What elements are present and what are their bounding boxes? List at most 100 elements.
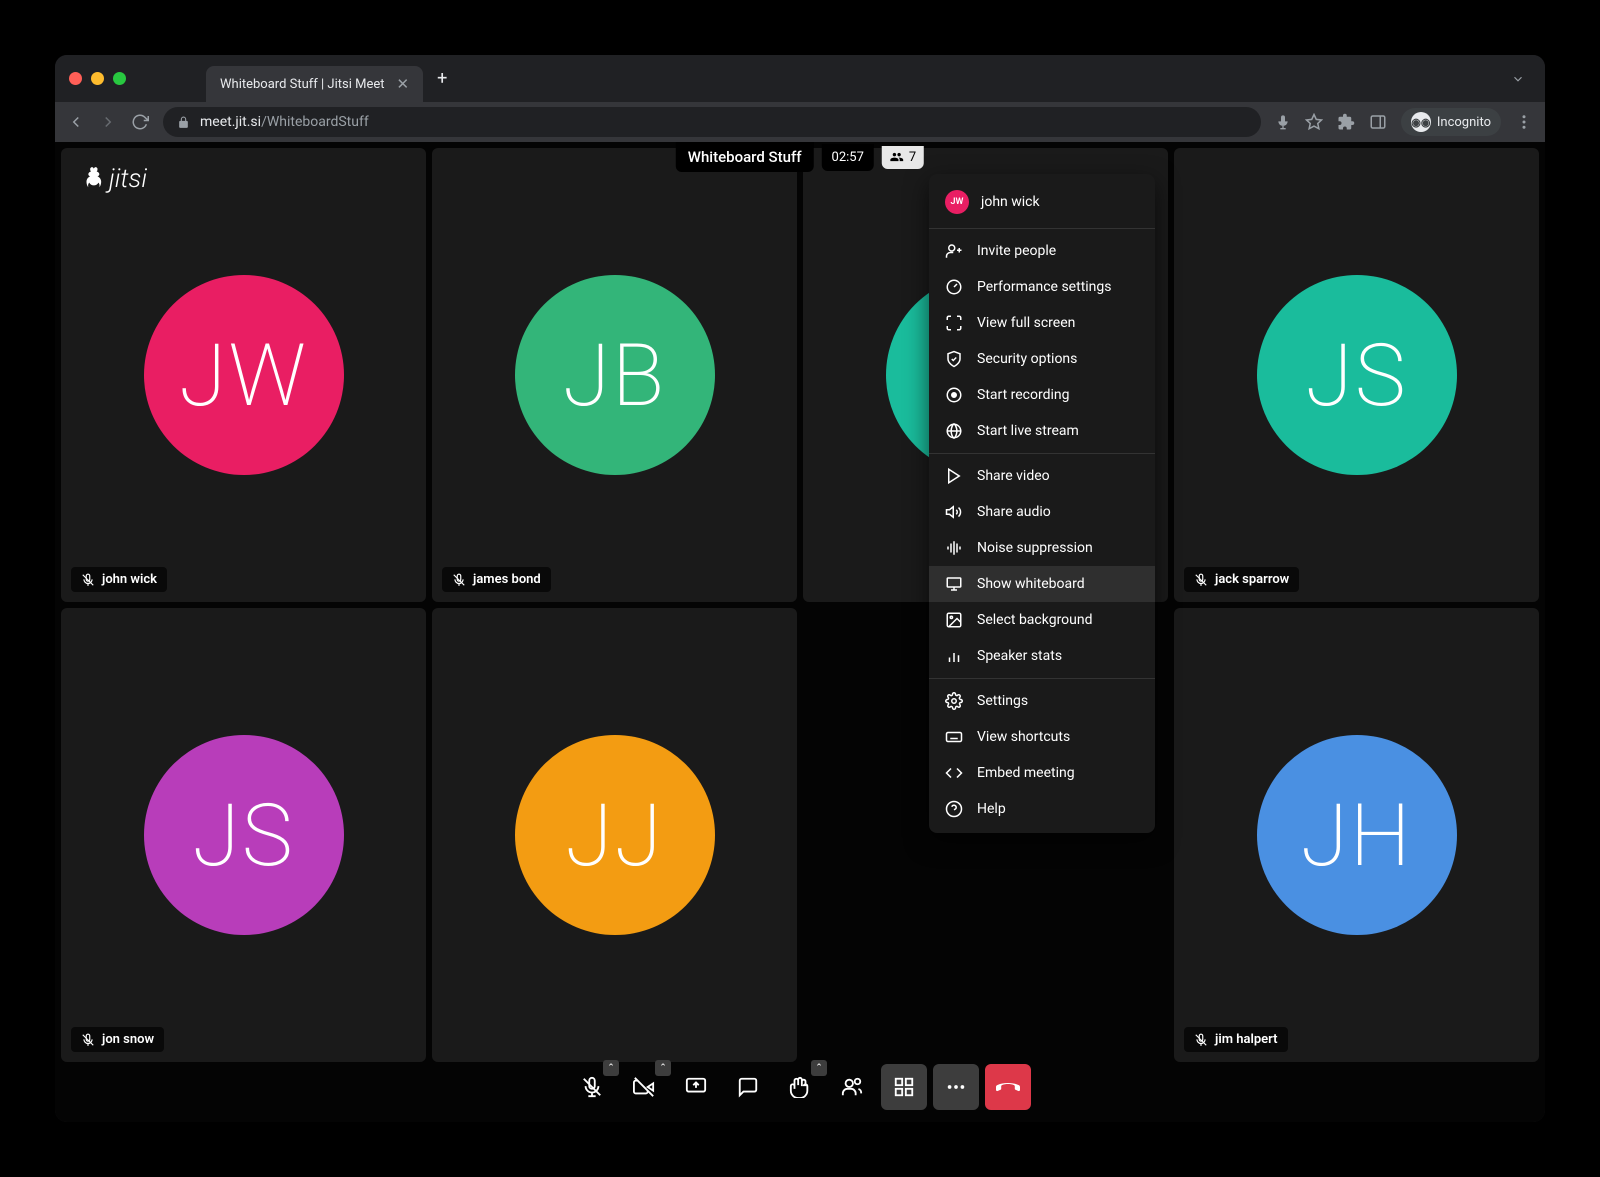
lock-icon bbox=[177, 116, 190, 129]
chat-button[interactable] bbox=[725, 1064, 771, 1110]
mic-permission-icon[interactable] bbox=[1275, 114, 1291, 130]
nav-forward-button[interactable] bbox=[99, 113, 117, 131]
participant-name-tag: jim halpert bbox=[1184, 1027, 1288, 1052]
browser-window: Whiteboard Stuff | Jitsi Meet ✕ + meet.j… bbox=[55, 55, 1545, 1122]
menu-item-whiteboard[interactable]: Show whiteboard bbox=[929, 566, 1155, 602]
menu-item-perf[interactable]: Performance settings bbox=[929, 269, 1155, 305]
participant-avatar: JB bbox=[515, 275, 715, 475]
participant-name-tag: jon snow bbox=[71, 1027, 164, 1052]
menu-item-help[interactable]: Help bbox=[929, 791, 1155, 827]
participant-tile[interactable]: JS jack sparrow bbox=[1174, 148, 1539, 602]
url-text: meet.jit.si/WhiteboardStuff bbox=[200, 114, 369, 130]
menu-separator bbox=[929, 453, 1155, 454]
participant-tile[interactable]: JW john wick bbox=[61, 148, 426, 602]
browser-menu-button[interactable] bbox=[1515, 113, 1533, 131]
hangup-button[interactable] bbox=[985, 1064, 1031, 1110]
participant-name-tag: jack sparrow bbox=[1184, 567, 1299, 592]
url-input[interactable]: meet.jit.si/WhiteboardStuff bbox=[163, 107, 1261, 137]
bookmark-button[interactable] bbox=[1305, 113, 1323, 131]
help-icon bbox=[945, 800, 963, 818]
menu-item-livestream[interactable]: Start live stream bbox=[929, 413, 1155, 449]
embed-icon bbox=[945, 764, 963, 782]
meeting-name-label: Whiteboard Stuff bbox=[676, 142, 814, 172]
livestream-icon bbox=[945, 422, 963, 440]
whiteboard-icon bbox=[945, 575, 963, 593]
menu-item-sharevideo[interactable]: Share video bbox=[929, 458, 1155, 494]
participant-avatar: JS bbox=[144, 735, 344, 935]
menu-separator bbox=[929, 228, 1155, 229]
menu-item-stats[interactable]: Speaker stats bbox=[929, 638, 1155, 674]
invite-icon bbox=[945, 242, 963, 260]
participant-tile[interactable]: JS jon snow bbox=[61, 608, 426, 1062]
camera-toggle-button[interactable]: ⌃ bbox=[621, 1064, 667, 1110]
mic-toggle-button[interactable]: ⌃ bbox=[569, 1064, 615, 1110]
participant-tile[interactable]: JJ bbox=[432, 608, 797, 1062]
security-icon bbox=[945, 350, 963, 368]
reactions-arrow[interactable]: ⌃ bbox=[811, 1060, 827, 1076]
menu-item-settings[interactable]: Settings bbox=[929, 683, 1155, 719]
menu-profile-row[interactable]: JW john wick bbox=[929, 180, 1155, 224]
raise-hand-button[interactable]: ⌃ bbox=[777, 1064, 823, 1110]
shortcuts-icon bbox=[945, 728, 963, 746]
meeting-timer: 02:57 bbox=[822, 144, 874, 171]
tab-overflow-button[interactable] bbox=[1511, 72, 1525, 86]
perf-icon bbox=[945, 278, 963, 296]
menu-item-fullscreen[interactable]: View full screen bbox=[929, 305, 1155, 341]
menu-item-security[interactable]: Security options bbox=[929, 341, 1155, 377]
incognito-icon: ◉◉ bbox=[1411, 112, 1431, 132]
shareaudio-icon bbox=[945, 503, 963, 521]
participant-tile[interactable]: JH jim halpert bbox=[1174, 608, 1539, 1062]
meeting-header: Whiteboard Stuff 02:57 7 bbox=[676, 142, 924, 172]
participant-avatar: JS bbox=[1257, 275, 1457, 475]
background-icon bbox=[945, 611, 963, 629]
maximize-window-button[interactable] bbox=[113, 72, 126, 85]
nav-back-button[interactable] bbox=[67, 113, 85, 131]
jitsi-app: jitsi Whiteboard Stuff 02:57 7 JWjohn wi… bbox=[55, 142, 1545, 1122]
extensions-button[interactable] bbox=[1337, 113, 1355, 131]
participant-avatar: JJ bbox=[515, 735, 715, 935]
menu-item-background[interactable]: Select background bbox=[929, 602, 1155, 638]
tile-view-button[interactable] bbox=[881, 1064, 927, 1110]
participant-avatar: JW bbox=[144, 275, 344, 475]
panel-button[interactable] bbox=[1369, 113, 1387, 131]
people-icon bbox=[890, 150, 904, 164]
camera-options-arrow[interactable]: ⌃ bbox=[655, 1060, 671, 1076]
incognito-badge[interactable]: ◉◉ Incognito bbox=[1401, 108, 1501, 136]
participant-count-button[interactable]: 7 bbox=[882, 146, 924, 169]
settings-icon bbox=[945, 692, 963, 710]
menu-item-invite[interactable]: Invite people bbox=[929, 233, 1155, 269]
participants-button[interactable] bbox=[829, 1064, 875, 1110]
minimize-window-button[interactable] bbox=[91, 72, 104, 85]
menu-item-record[interactable]: Start recording bbox=[929, 377, 1155, 413]
participant-tile[interactable]: JB james bond bbox=[432, 148, 797, 602]
menu-item-shortcuts[interactable]: View shortcuts bbox=[929, 719, 1155, 755]
profile-avatar: JW bbox=[945, 190, 969, 214]
record-icon bbox=[945, 386, 963, 404]
new-tab-button[interactable]: + bbox=[437, 68, 447, 89]
profile-name: john wick bbox=[981, 194, 1040, 210]
browser-titlebar: Whiteboard Stuff | Jitsi Meet ✕ + bbox=[55, 55, 1545, 102]
browser-address-bar: meet.jit.si/WhiteboardStuff ◉◉ Incognito bbox=[55, 102, 1545, 142]
window-controls bbox=[69, 72, 126, 85]
sharevideo-icon bbox=[945, 467, 963, 485]
meeting-toolbar: ⌃ ⌃ ⌃ bbox=[569, 1064, 1031, 1110]
jitsi-logo: jitsi bbox=[81, 164, 147, 194]
menu-item-noise[interactable]: Noise suppression bbox=[929, 530, 1155, 566]
menu-item-shareaudio[interactable]: Share audio bbox=[929, 494, 1155, 530]
participant-avatar: JH bbox=[1257, 735, 1457, 935]
participant-name-tag: james bond bbox=[442, 567, 551, 592]
more-actions-menu: JW john wick Invite peoplePerformance se… bbox=[929, 174, 1155, 833]
share-screen-button[interactable] bbox=[673, 1064, 719, 1110]
noise-icon bbox=[945, 539, 963, 557]
mic-options-arrow[interactable]: ⌃ bbox=[603, 1060, 619, 1076]
close-tab-button[interactable]: ✕ bbox=[397, 75, 410, 93]
nav-reload-button[interactable] bbox=[131, 113, 149, 131]
fullscreen-icon bbox=[945, 314, 963, 332]
browser-tab[interactable]: Whiteboard Stuff | Jitsi Meet ✕ bbox=[206, 66, 423, 102]
close-window-button[interactable] bbox=[69, 72, 82, 85]
participant-grid: JWjohn wickJBjames bondJSjack sparrowJSj… bbox=[55, 142, 1545, 1122]
menu-item-embed[interactable]: Embed meeting bbox=[929, 755, 1155, 791]
more-actions-button[interactable] bbox=[933, 1064, 979, 1110]
incognito-label: Incognito bbox=[1437, 115, 1491, 130]
participant-name-tag: john wick bbox=[71, 567, 167, 592]
